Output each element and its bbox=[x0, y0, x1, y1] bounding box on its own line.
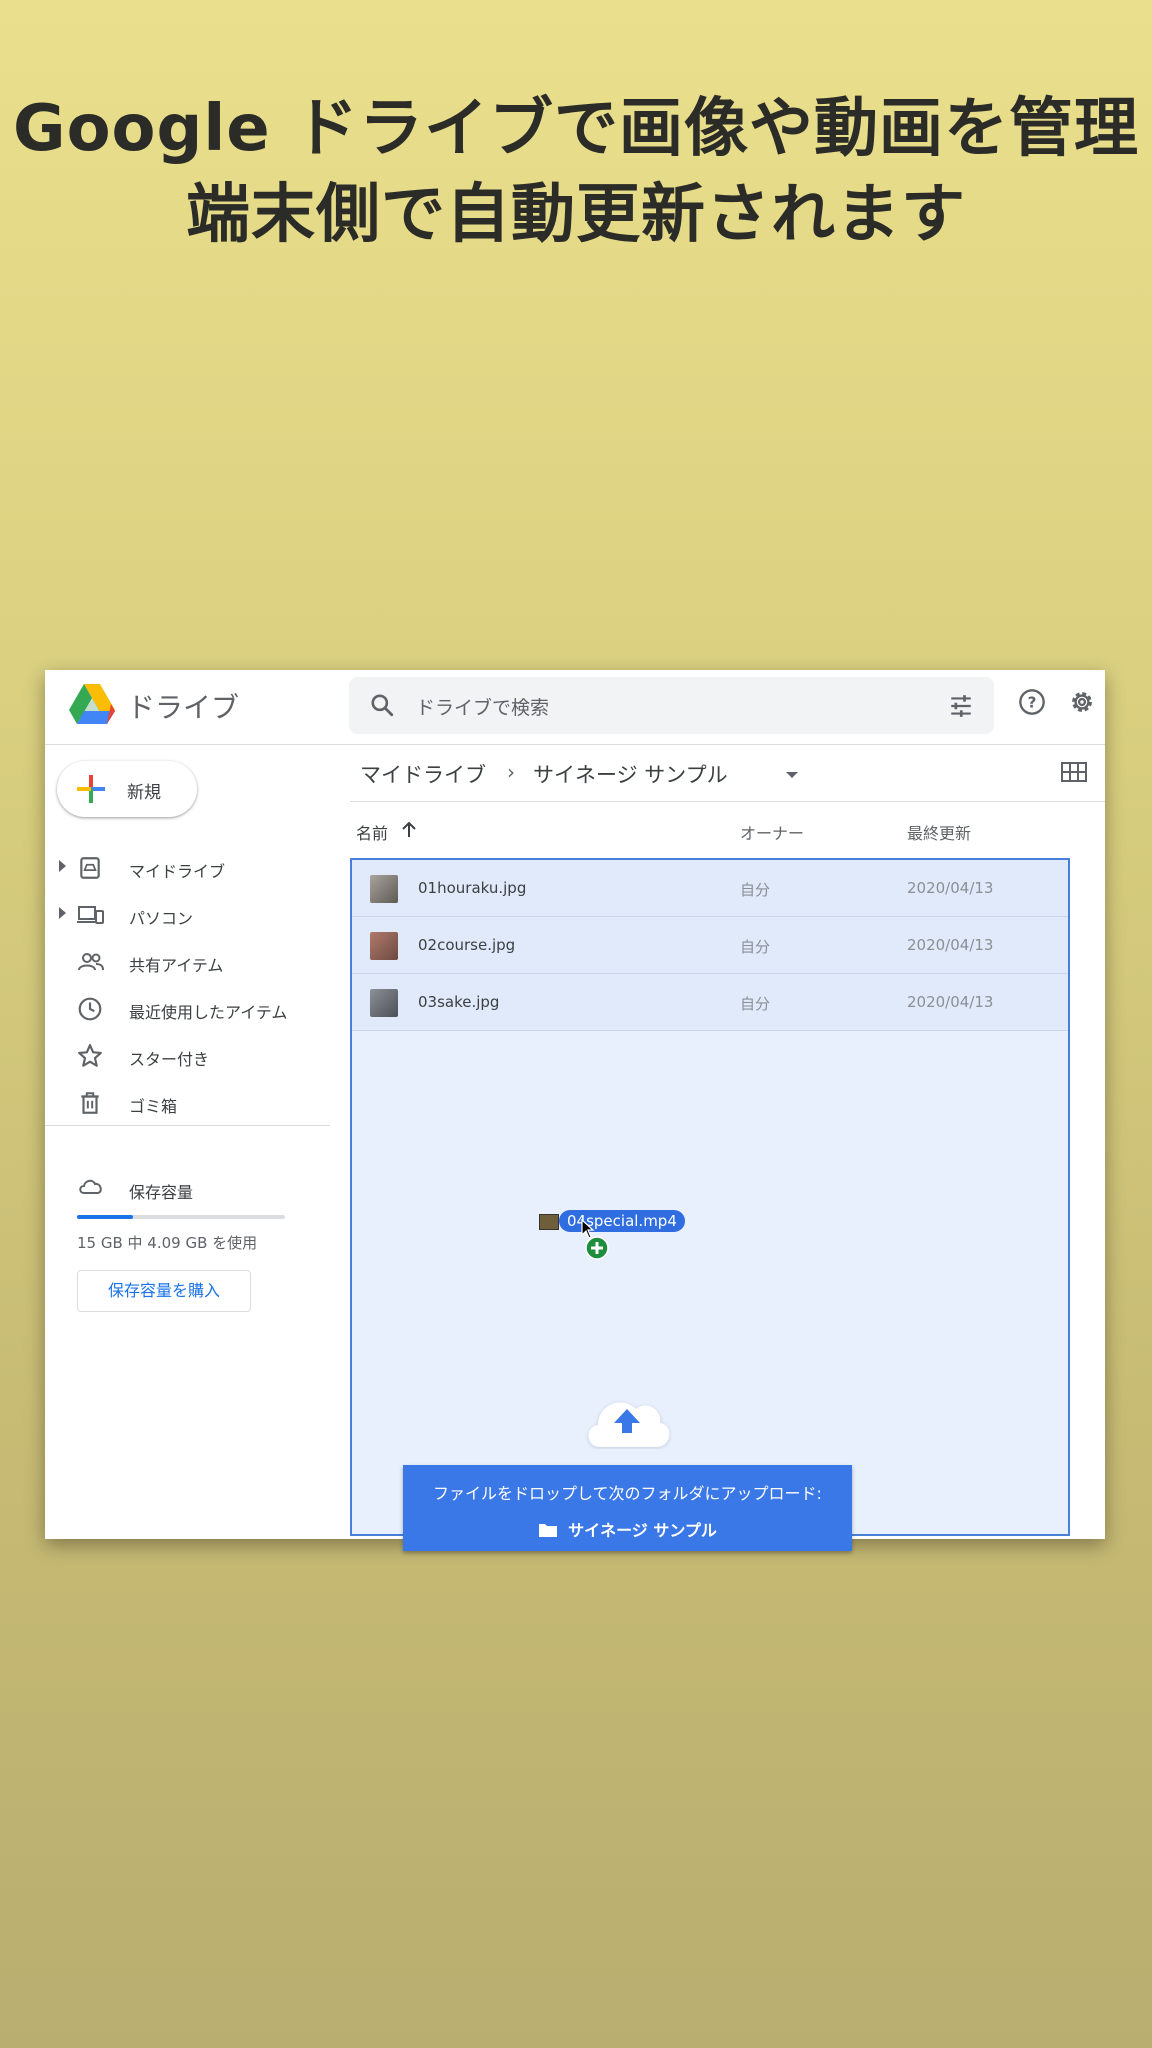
image-thumbnail bbox=[370, 932, 398, 960]
file-modified: 2020/04/13 bbox=[907, 936, 994, 954]
grid-view-icon[interactable] bbox=[1061, 761, 1087, 783]
sidebar-item-computers[interactable]: パソコン bbox=[45, 892, 330, 938]
folder-menu-caret-icon[interactable] bbox=[786, 772, 798, 778]
storage-usage-text: 15 GB 中 4.09 GB を使用 bbox=[77, 1234, 258, 1252]
sidebar-item-label: ゴミ箱 bbox=[129, 1097, 178, 1116]
expand-caret-icon[interactable] bbox=[59, 907, 66, 919]
svg-text:?: ? bbox=[1028, 693, 1037, 711]
file-row[interactable]: 03sake.jpg 自分 2020/04/13 bbox=[352, 974, 1068, 1031]
sidebar-item-shared[interactable]: 共有アイテム bbox=[45, 939, 330, 985]
app-title: ドライブ bbox=[127, 691, 240, 724]
drop-target-folder: サイネージ サンプル bbox=[403, 1517, 852, 1541]
sidebar-item-label: 最近使用したアイテム bbox=[129, 1003, 288, 1022]
sidebar-item-recent[interactable]: 最近使用したアイテム bbox=[45, 986, 330, 1032]
buy-storage-button[interactable]: 保存容量を購入 bbox=[77, 1270, 251, 1312]
sidebar: 新規 マイドライブ パソコン 共有アイテム 最近使用したアイテム スター付き ゴ… bbox=[45, 745, 330, 1539]
file-name: 02course.jpg bbox=[418, 936, 516, 954]
column-name[interactable]: 名前 bbox=[356, 820, 388, 844]
trash-icon bbox=[81, 1092, 99, 1114]
new-button[interactable]: 新規 bbox=[57, 761, 197, 817]
file-list-header: 名前 オーナー 最終更新 bbox=[350, 802, 1115, 858]
drop-upload-banner: ファイルをドロップして次のフォルダにアップロード: サイネージ サンプル bbox=[403, 1465, 852, 1551]
sidebar-item-label: スター付き bbox=[129, 1050, 210, 1069]
storage-label[interactable]: 保存容量 bbox=[129, 1179, 193, 1203]
sidebar-item-starred[interactable]: スター付き bbox=[45, 1033, 330, 1079]
headline-line-2: 端末側で自動更新されます bbox=[186, 178, 966, 252]
drop-message: ファイルをドロップして次のフォルダにアップロード: bbox=[433, 1484, 822, 1503]
main-content: マイドライブ › サイネージ サンプル 名前 オーナー 最終更新 01houra… bbox=[350, 745, 1105, 1551]
gear-icon[interactable] bbox=[1068, 688, 1096, 716]
sidebar-item-my-drive[interactable]: マイドライブ bbox=[45, 845, 330, 891]
sidebar-item-label: 共有アイテム bbox=[129, 956, 224, 975]
copy-plus-icon bbox=[585, 1236, 609, 1260]
search-box[interactable]: ドライブで検索 bbox=[349, 677, 994, 734]
sidebar-divider bbox=[45, 1125, 330, 1126]
dragged-file[interactable]: 04special.mp4 bbox=[539, 1210, 689, 1260]
file-owner: 自分 bbox=[740, 995, 771, 1013]
file-row[interactable]: 01houraku.jpg 自分 2020/04/13 bbox=[352, 860, 1068, 917]
dragged-file-name: 04special.mp4 bbox=[559, 1210, 685, 1232]
file-name: 03sake.jpg bbox=[418, 993, 500, 1011]
plus-icon bbox=[77, 775, 105, 803]
sidebar-item-trash[interactable]: ゴミ箱 bbox=[45, 1080, 330, 1126]
file-owner: 自分 bbox=[740, 881, 771, 899]
file-modified: 2020/04/13 bbox=[907, 879, 994, 897]
storage-usage-bar bbox=[77, 1215, 285, 1219]
help-icon[interactable]: ? bbox=[1018, 688, 1046, 716]
drop-target-folder-name: サイネージ サンプル bbox=[568, 1521, 717, 1540]
folder-icon bbox=[539, 1524, 558, 1537]
google-drive-logo[interactable] bbox=[69, 684, 115, 724]
file-name: 01houraku.jpg bbox=[418, 879, 527, 897]
search-icon[interactable] bbox=[369, 692, 395, 718]
star-icon bbox=[78, 1044, 102, 1067]
cloud-icon bbox=[79, 1179, 102, 1194]
top-bar: ドライブ ドライブで検索 ? bbox=[45, 670, 1105, 745]
breadcrumb: マイドライブ › サイネージ サンプル bbox=[350, 745, 1105, 802]
storage-usage-fill bbox=[77, 1215, 134, 1219]
search-options-icon[interactable] bbox=[948, 693, 974, 719]
promo-headline: Google ドライブで画像や動画を管理 端末側で自動更新されます bbox=[0, 86, 1152, 258]
column-owner[interactable]: オーナー bbox=[740, 820, 804, 844]
image-thumbnail bbox=[370, 875, 398, 903]
image-thumbnail bbox=[370, 989, 398, 1017]
breadcrumb-root[interactable]: マイドライブ bbox=[360, 759, 486, 789]
search-input[interactable]: ドライブで検索 bbox=[416, 693, 549, 720]
drive-window: ドライブ ドライブで検索 ? 新規 マイドライブ パソコン 共有アイテム 最近使… bbox=[45, 670, 1105, 1551]
sidebar-item-label: パソコン bbox=[129, 909, 194, 928]
clock-icon bbox=[78, 997, 102, 1021]
breadcrumb-current[interactable]: サイネージ サンプル bbox=[533, 759, 728, 789]
file-row[interactable]: 02course.jpg 自分 2020/04/13 bbox=[352, 917, 1068, 974]
computers-icon bbox=[77, 906, 104, 924]
column-modified[interactable]: 最終更新 bbox=[907, 820, 971, 844]
file-modified: 2020/04/13 bbox=[907, 993, 994, 1011]
cloud-upload-icon bbox=[588, 1402, 670, 1447]
sidebar-item-label: マイドライブ bbox=[129, 862, 226, 881]
expand-caret-icon[interactable] bbox=[59, 860, 66, 872]
new-button-label: 新規 bbox=[127, 783, 161, 803]
video-thumbnail bbox=[539, 1214, 559, 1230]
drop-zone[interactable]: 01houraku.jpg 自分 2020/04/13 02course.jpg… bbox=[350, 858, 1070, 1551]
headline-line-1: Google ドライブで画像や動画を管理 bbox=[13, 92, 1139, 166]
my-drive-icon bbox=[80, 857, 100, 879]
sort-ascending-icon[interactable] bbox=[400, 819, 418, 839]
chevron-right-icon: › bbox=[507, 760, 515, 784]
shared-people-icon bbox=[78, 953, 104, 971]
file-owner: 自分 bbox=[740, 938, 771, 956]
